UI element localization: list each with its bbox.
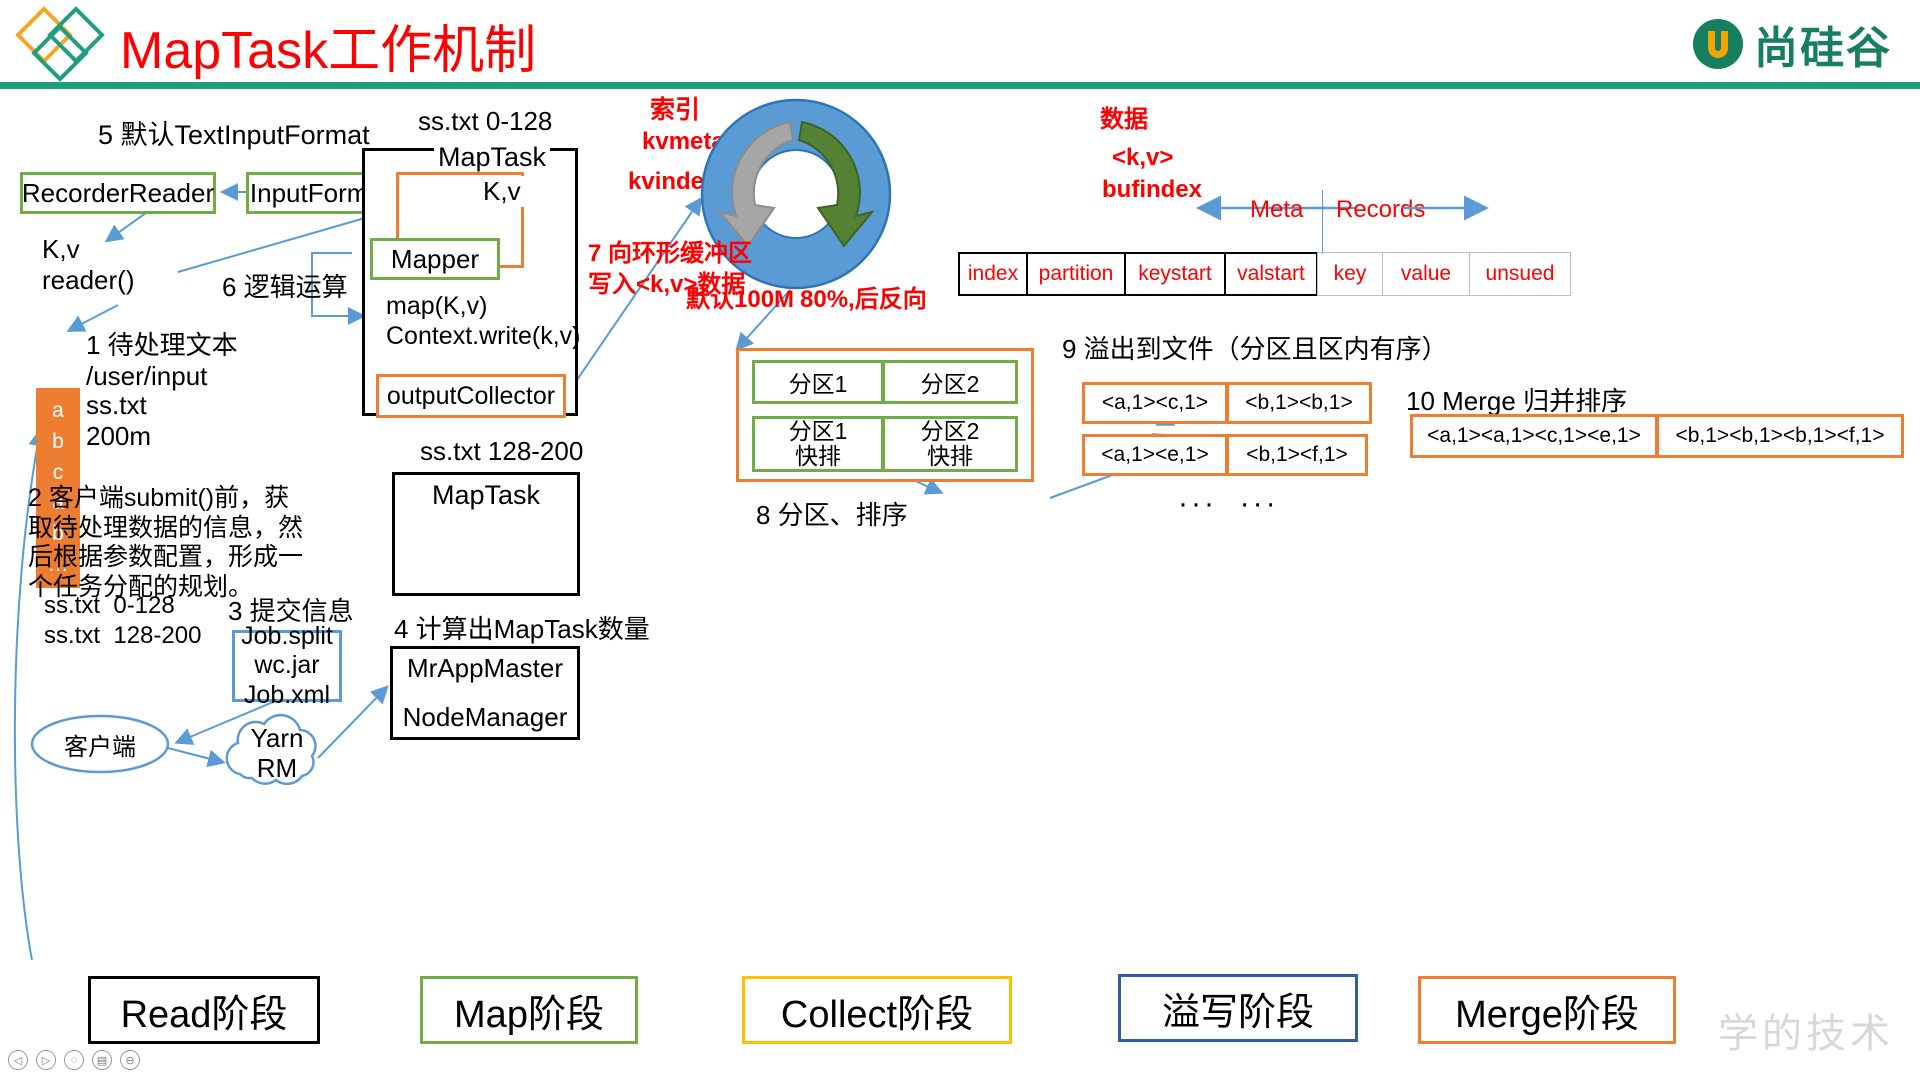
player-tray: ◁ ▷ ◌ ▤ ⊖ <box>0 1047 178 1073</box>
yarn-node[interactable]: Yarn RM <box>212 708 342 792</box>
recorder-reader-box[interactable]: RecorderReader <box>20 172 216 214</box>
step10-label: 10 Merge 归并排序 <box>1406 386 1628 416</box>
step6-label: 6 逻辑运算 <box>222 272 348 302</box>
input-file-label: ss.txt 200m <box>86 390 152 451</box>
step9-label: 9 溢出到文件（分区且区内有序） <box>1062 334 1448 364</box>
mapper-box[interactable]: Mapper <box>370 238 500 280</box>
spill-file2-part2[interactable]: <b,1><f,1> <box>1226 434 1368 476</box>
spill-file1-part2[interactable]: <b,1><b,1> <box>1226 382 1372 424</box>
table-cell-index: index <box>958 252 1028 296</box>
stage-spill[interactable]: 溢写阶段 <box>1118 974 1358 1042</box>
step5-label: 5 默认TextInputFormat <box>98 120 370 150</box>
meta-records-divider <box>1322 190 1323 254</box>
kv-label: K,v <box>480 176 524 207</box>
atguigu-u-icon <box>1693 19 1743 69</box>
data-label: 数据 <box>1100 106 1148 133</box>
stage-map[interactable]: Map阶段 <box>420 976 638 1044</box>
table-cell-key: key <box>1317 252 1383 296</box>
header-divider <box>0 82 1920 89</box>
appmaster-label: MrAppMaster <box>406 653 564 683</box>
table-cell-unsued: unsued <box>1469 252 1571 296</box>
stage-merge[interactable]: Merge阶段 <box>1418 976 1676 1044</box>
buffer-layout-table: index partition keystart valstart key va… <box>958 252 1571 296</box>
records-arrow-icon <box>1404 195 1494 221</box>
tray-play-icon[interactable]: ▷ <box>36 1050 56 1070</box>
page-header: MapTask工作机制 尚硅谷 <box>0 0 1920 89</box>
maptask-title: MapTask <box>434 142 551 174</box>
client-label: 客户端 <box>64 733 136 761</box>
brand-name: 尚硅谷 <box>1754 24 1892 73</box>
spill-file1-part1[interactable]: <a,1><c,1> <box>1082 382 1228 424</box>
stage-collect[interactable]: Collect阶段 <box>742 976 1012 1044</box>
step4-label: 4 计算出MapTask数量 <box>394 614 650 644</box>
tray-menu-icon[interactable]: ▤ <box>92 1050 112 1070</box>
partition-2-box[interactable]: 分区2 <box>882 360 1018 404</box>
brand-logo: 尚硅谷 <box>1690 12 1892 76</box>
nodemanager-label: NodeManager <box>402 702 568 732</box>
tray-prev-icon[interactable]: ◁ <box>8 1050 28 1070</box>
kv-data-label: <k,v> <box>1112 144 1174 171</box>
maptask-split-bottom: ss.txt 128-200 <box>420 436 584 466</box>
index-label: 索引 <box>650 96 701 124</box>
merge-cell-2[interactable]: <b,1><b,1><b,1><f,1> <box>1656 414 1904 458</box>
partition-1-sort-box[interactable]: 分区1 快排 <box>752 416 884 472</box>
data-char: a <box>52 398 64 422</box>
partition-1-box[interactable]: 分区1 <box>752 360 884 404</box>
table-cell-value: value <box>1382 252 1470 296</box>
watermark-text: 学的技术 <box>1718 1011 1894 1056</box>
diamonds-logo-icon <box>15 6 105 82</box>
buffer-size-label: 默认100M <box>686 286 795 313</box>
output-collector-box[interactable]: outputCollector <box>376 374 566 418</box>
stage-read[interactable]: Read阶段 <box>88 976 320 1044</box>
tray-circle-icon[interactable]: ◌ <box>64 1050 84 1070</box>
kv-reader-label: K,v reader() <box>42 234 135 295</box>
table-cell-keystart: keystart <box>1124 252 1226 296</box>
step8-label: 8 分区、排序 <box>756 500 908 530</box>
spill-file2-part1[interactable]: <a,1><e,1> <box>1082 434 1228 476</box>
client-node[interactable]: 客户端 <box>30 714 170 774</box>
data-char: c <box>52 460 64 484</box>
partition-2-sort-box[interactable]: 分区2 快排 <box>882 416 1018 472</box>
table-cell-partition: partition <box>1026 252 1126 296</box>
step1-label: 1 待处理文本 /user/input <box>86 330 238 391</box>
step2-label: 2 客户端submit()前，获 取待处理数据的信息，然 后根据参数配置，形成一… <box>28 484 304 601</box>
meta-label: Meta <box>1250 196 1304 223</box>
map-call-label: map(K,v) Context.write(k,v) <box>386 292 581 350</box>
maptask-split-top: ss.txt 0-128 <box>418 106 553 136</box>
spill-ellipsis: ··· ··· <box>1178 487 1279 520</box>
split-1: ss.txt 0-128 <box>44 592 175 619</box>
buffer-threshold-label: 80%,后反向 <box>800 286 927 313</box>
appmaster-box[interactable]: MrAppMaster NodeManager <box>390 646 580 740</box>
table-cell-valstart: valstart <box>1224 252 1318 296</box>
page-title: MapTask工作机制 <box>120 22 537 80</box>
maptask-title-2: MapTask <box>432 480 541 510</box>
merge-cell-1[interactable]: <a,1><a,1><c,1><e,1> <box>1410 414 1658 458</box>
split-2: ss.txt 128-200 <box>44 622 202 649</box>
job-files-box[interactable]: Job.split wc.jar Job.xml <box>232 622 342 709</box>
yarn-label: Yarn RM <box>250 723 304 783</box>
tray-minus-icon[interactable]: ⊖ <box>120 1050 140 1070</box>
data-char: b <box>52 429 64 453</box>
